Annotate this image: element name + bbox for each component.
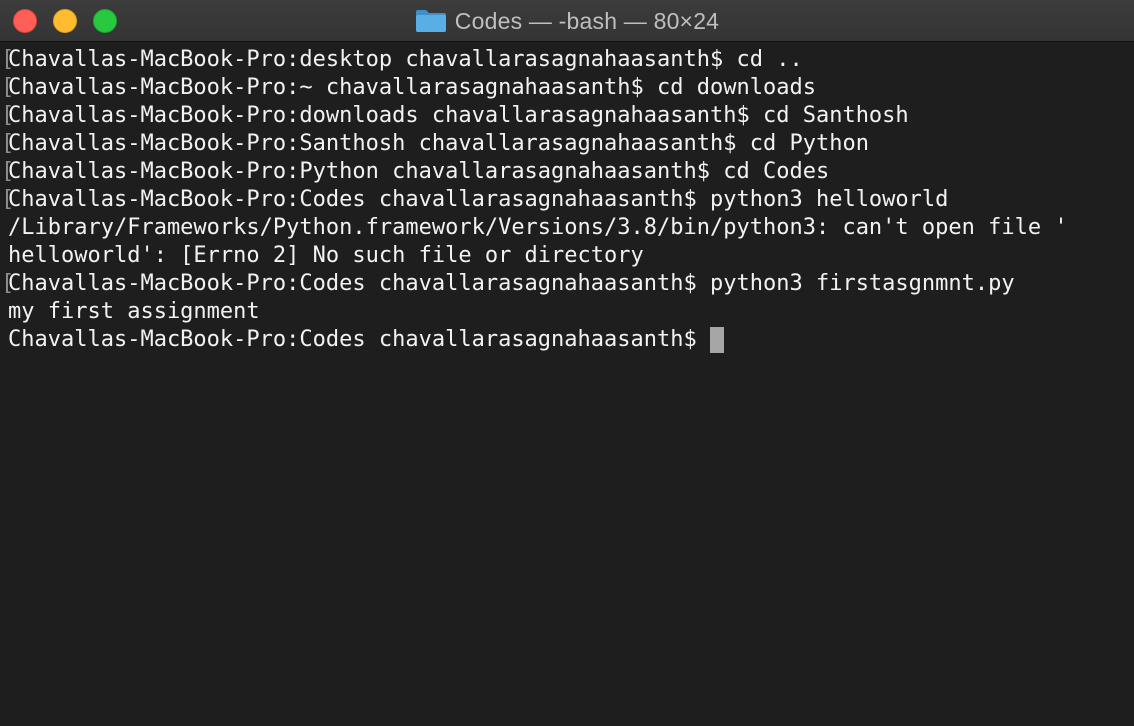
text-cursor: [710, 327, 724, 353]
terminal-line: [Chavallas-MacBook-Pro:Python chavallara…: [1, 158, 1134, 186]
terminal-line-text: Chavallas-MacBook-Pro:downloads chavalla…: [8, 103, 909, 128]
prompt-mark-icon: [: [1, 159, 15, 184]
terminal-line-text: /Library/Frameworks/Python.framework/Ver…: [8, 215, 1068, 240]
terminal-line-text: Chavallas-MacBook-Pro:~ chavallarasagnah…: [8, 75, 816, 100]
terminal-line: [Chavallas-MacBook-Pro:Codes chavallaras…: [1, 270, 1134, 298]
terminal-line-text: helloworld': [Errno 2] No such file or d…: [8, 243, 644, 268]
folder-icon: [415, 9, 447, 33]
window-title: Codes — -bash — 80×24: [454, 7, 720, 34]
prompt-mark-icon: [: [1, 103, 15, 128]
terminal-line: [Chavallas-MacBook-Pro:Santhosh chavalla…: [1, 130, 1134, 158]
terminal-line: helloworld': [Errno 2] No such file or d…: [8, 242, 1134, 270]
terminal-line: [Chavallas-MacBook-Pro:desktop chavallar…: [1, 46, 1134, 74]
prompt-text: Chavallas-MacBook-Pro:Codes chavallarasa…: [8, 327, 710, 352]
prompt-mark-icon: [: [1, 75, 15, 100]
prompt-mark-icon: [: [1, 131, 15, 156]
terminal-line: [Chavallas-MacBook-Pro:Codes chavallaras…: [1, 186, 1134, 214]
terminal-line: /Library/Frameworks/Python.framework/Ver…: [8, 214, 1134, 242]
title-bar[interactable]: Codes — -bash — 80×24: [0, 0, 1134, 42]
window-title-area: Codes — -bash — 80×24: [0, 0, 1134, 42]
terminal-line-text: Chavallas-MacBook-Pro:Santhosh chavallar…: [8, 131, 869, 156]
terminal-line: my first assignment: [8, 298, 1134, 326]
terminal-line-text: Chavallas-MacBook-Pro:Codes chavallarasa…: [8, 187, 949, 212]
terminal-window: Codes — -bash — 80×24 [Chavallas-MacBook…: [0, 0, 1134, 726]
terminal-line: [Chavallas-MacBook-Pro:downloads chavall…: [1, 102, 1134, 130]
prompt-mark-icon: [: [1, 187, 15, 212]
terminal-line-text: Chavallas-MacBook-Pro:desktop chavallara…: [8, 47, 803, 72]
prompt-mark-icon: [: [1, 271, 15, 296]
terminal-line-text: Chavallas-MacBook-Pro:Python chavallaras…: [8, 159, 830, 184]
prompt-mark-icon: [: [1, 47, 15, 72]
terminal-line: [Chavallas-MacBook-Pro:~ chavallarasagna…: [1, 74, 1134, 102]
terminal-line-text: my first assignment: [8, 299, 260, 324]
terminal-output[interactable]: [Chavallas-MacBook-Pro:desktop chavallar…: [0, 42, 1134, 726]
terminal-line-text: Chavallas-MacBook-Pro:Codes chavallarasa…: [8, 271, 1015, 296]
terminal-lines: [Chavallas-MacBook-Pro:desktop chavallar…: [1, 46, 1134, 354]
terminal-prompt-line[interactable]: Chavallas-MacBook-Pro:Codes chavallarasa…: [8, 326, 1134, 354]
